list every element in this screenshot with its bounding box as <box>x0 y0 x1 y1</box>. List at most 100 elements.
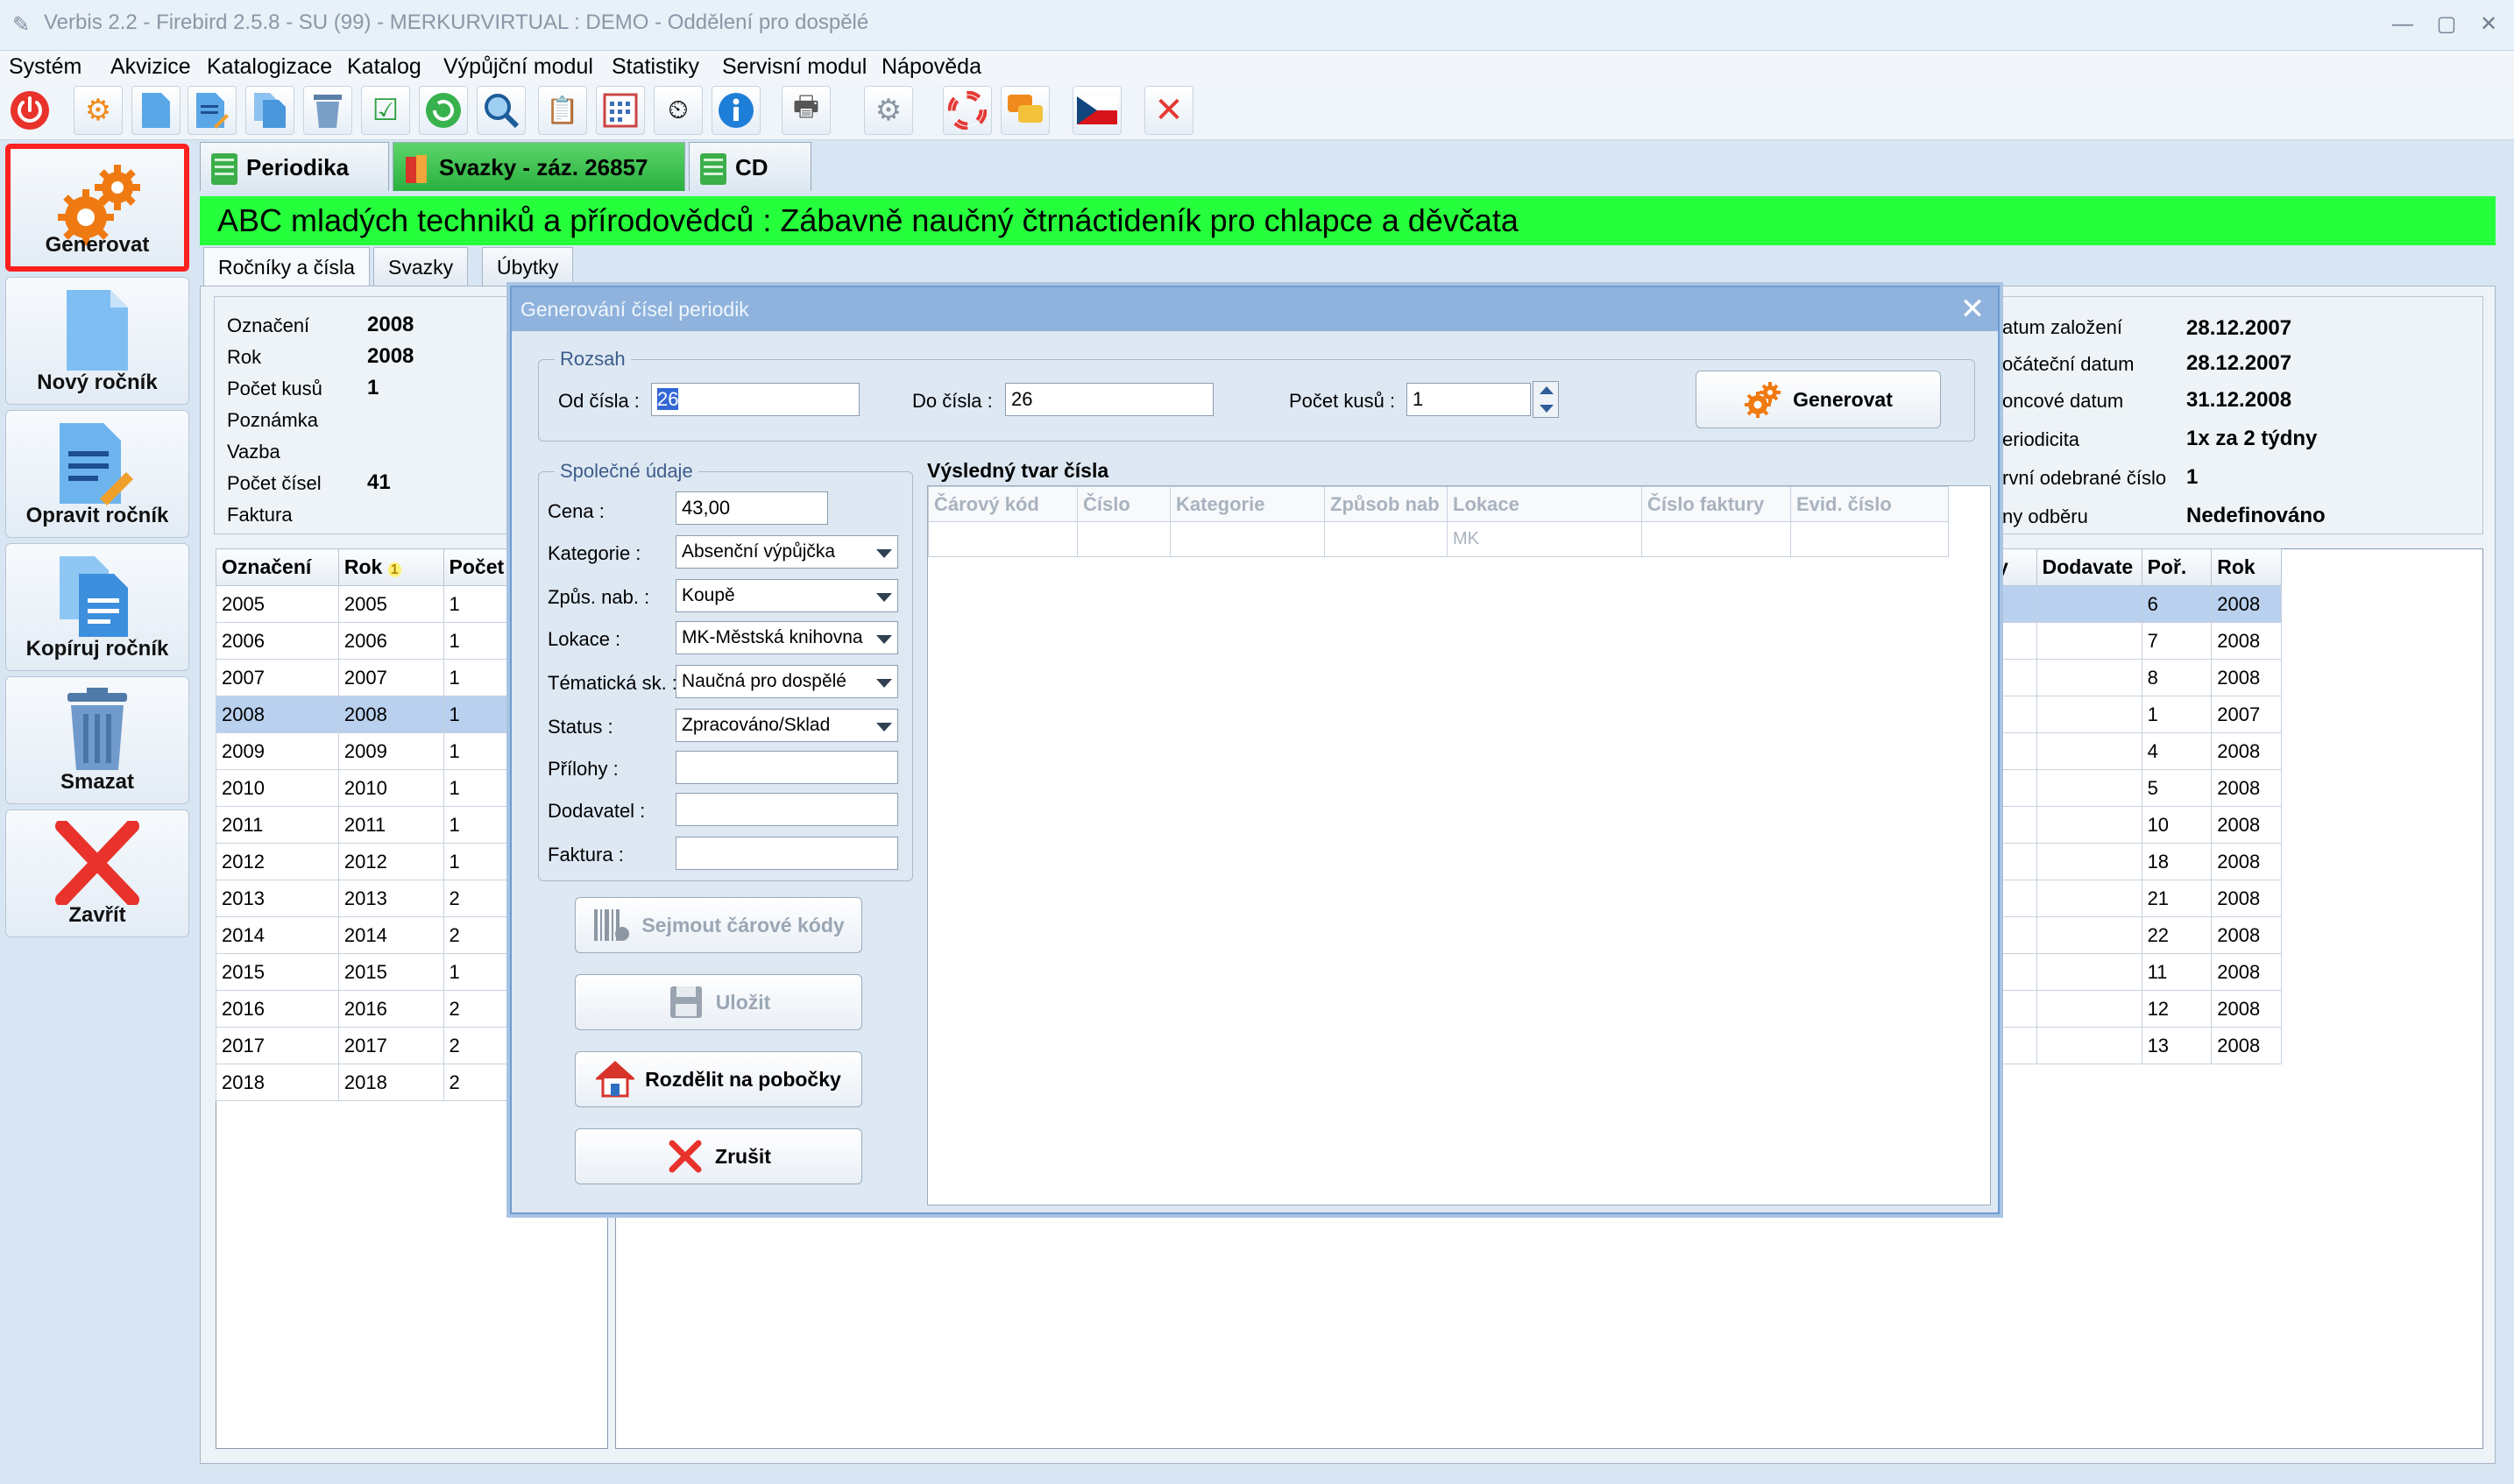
table-row[interactable]: 6 2008 <box>1991 585 2282 623</box>
menu-vypujcni-modul[interactable]: Výpůjční modul <box>443 54 593 80</box>
status-select[interactable]: Zpracováno/Sklad <box>676 709 898 742</box>
menu-statistiky[interactable]: Statistiky <box>612 54 699 80</box>
table-cell[interactable] <box>1324 521 1448 557</box>
column-header[interactable]: Lokace <box>1447 486 1642 522</box>
table-row[interactable]: 8 2008 <box>1991 659 2282 696</box>
messages-icon[interactable] <box>1001 86 1050 135</box>
clipboard-icon[interactable]: 📋 <box>538 86 587 135</box>
thematic-group-select[interactable]: Naučná pro dospělé <box>676 665 898 698</box>
table-row[interactable]: 1 2007 <box>1991 696 2282 733</box>
spinner-down-icon[interactable] <box>1540 405 1554 413</box>
generate-button[interactable]: Generovat <box>1696 371 1941 428</box>
tab-cd[interactable]: CD <box>689 142 811 191</box>
edit-document-icon[interactable] <box>188 86 237 135</box>
column-header[interactable]: Způsob nab <box>1324 486 1448 522</box>
table-row[interactable]: 13 2008 <box>1991 1027 2282 1064</box>
tab-svazky[interactable]: Svazky - záz. 26857 <box>393 142 685 191</box>
dialog-close-icon[interactable]: ✕ <box>1956 293 1989 326</box>
scan-barcodes-button[interactable]: Sejmout čárové kódy <box>575 897 862 953</box>
search-icon[interactable] <box>477 86 526 135</box>
table-cell[interactable] <box>1170 521 1325 557</box>
subtab-ubytky[interactable]: Úbytky <box>482 247 574 286</box>
menu-katalogizace[interactable]: Katalogizace <box>207 54 332 80</box>
table-cell[interactable] <box>1790 521 1949 557</box>
subtab-rocniky[interactable]: Ročníky a čísla <box>203 247 370 289</box>
table-row[interactable]: 18 2008 <box>1991 843 2282 880</box>
copy-year-label: Kopíruj ročník <box>25 637 169 661</box>
help-lifebuoy-icon[interactable] <box>943 86 992 135</box>
tab-periodika[interactable]: Periodika <box>200 142 389 191</box>
menu-napoveda[interactable]: Nápověda <box>882 54 981 80</box>
table-row[interactable]: 12 2008 <box>1991 990 2282 1028</box>
delete-button[interactable]: Smazat <box>5 676 189 804</box>
trash-icon[interactable] <box>303 86 352 135</box>
column-header[interactable]: Označení <box>216 548 339 586</box>
table-row[interactable]: 5 2008 <box>1991 769 2282 807</box>
power-icon[interactable] <box>5 86 54 135</box>
maximize-icon[interactable]: ▢ <box>2429 9 2464 40</box>
column-header[interactable]: Rok 1 <box>337 548 444 586</box>
info-icon[interactable] <box>712 86 761 135</box>
subtab-svazky[interactable]: Svazky <box>373 247 469 286</box>
count-spinner[interactable] <box>1533 381 1559 418</box>
refresh-icon[interactable] <box>419 86 468 135</box>
save-button[interactable]: Uložit <box>575 974 862 1030</box>
cancel-button[interactable]: Zrušit <box>575 1128 862 1184</box>
menu-akvizice[interactable]: Akvizice <box>110 54 191 80</box>
location-select[interactable]: MK-Městská knihovna <box>676 621 898 654</box>
table-row[interactable]: 4 2008 <box>1991 732 2282 770</box>
table-cell[interactable]: MK <box>1447 521 1642 557</box>
column-header[interactable]: Číslo faktury <box>1641 486 1791 522</box>
minimize-icon[interactable]: — <box>2385 9 2420 40</box>
table-cell <box>2036 990 2142 1028</box>
column-header[interactable]: Číslo <box>1077 486 1171 522</box>
edit-year-button[interactable]: Opravit ročník <box>5 410 189 538</box>
copy-year-button[interactable]: Kopíruj ročník <box>5 543 189 671</box>
menu-servisni-modul[interactable]: Servisní modul <box>722 54 867 80</box>
acquisition-select[interactable]: Koupě <box>676 579 898 612</box>
menu-system[interactable]: Systém <box>9 54 81 80</box>
generate-sidebar-button[interactable]: Generovat <box>5 144 189 272</box>
table-cell[interactable] <box>1641 521 1791 557</box>
menu-katalog[interactable]: Katalog <box>347 54 421 80</box>
tools-icon[interactable]: ⚙ <box>864 86 913 135</box>
calendar-icon[interactable] <box>596 86 645 135</box>
column-header[interactable]: Poř. <box>2141 548 2213 586</box>
supplier-input[interactable] <box>676 793 898 826</box>
info-label: Vazba <box>227 441 280 463</box>
to-number-input[interactable]: 26 <box>1005 383 1214 416</box>
attachments-input[interactable] <box>676 751 898 784</box>
split-to-branches-button[interactable]: Rozdělit na pobočky <box>575 1051 862 1107</box>
spinner-up-icon[interactable] <box>1540 386 1554 394</box>
info-value: 1 <box>2186 465 2199 489</box>
invoice-input[interactable] <box>676 837 898 870</box>
schedule-icon[interactable]: ⏲ <box>654 86 703 135</box>
table-cell: 2008 <box>2211 953 2282 991</box>
table-cell[interactable] <box>1077 521 1171 557</box>
new-document-icon[interactable] <box>131 86 181 135</box>
settings-gears-icon[interactable]: ⚙ <box>74 86 123 135</box>
checklist-icon[interactable]: ☑ <box>361 86 410 135</box>
column-header[interactable]: Dodavate <box>2036 548 2142 586</box>
table-row[interactable]: 22 2008 <box>1991 916 2282 954</box>
column-header[interactable]: Čárový kód <box>928 486 1078 522</box>
column-header[interactable]: Rok <box>2211 548 2282 586</box>
table-cell[interactable] <box>928 521 1078 557</box>
table-row[interactable]: 10 2008 <box>1991 806 2282 844</box>
count-input[interactable]: 1 <box>1406 383 1531 416</box>
from-number-input[interactable]: 26 <box>651 383 860 416</box>
close-window-icon[interactable]: ✕ <box>2471 9 2506 40</box>
table-row[interactable]: 7 2008 <box>1991 622 2282 660</box>
table-row[interactable]: 11 2008 <box>1991 953 2282 991</box>
czech-flag-icon[interactable] <box>1073 86 1122 135</box>
print-icon[interactable]: 🖶 <box>782 86 831 135</box>
new-year-button[interactable]: Nový ročník <box>5 277 189 405</box>
exit-x-icon[interactable]: ✕ <box>1144 86 1193 135</box>
copy-document-icon[interactable] <box>245 86 294 135</box>
column-header[interactable]: Kategorie <box>1170 486 1325 522</box>
category-select[interactable]: Absenční výpůjčka <box>676 535 898 569</box>
column-header[interactable]: Evid. číslo <box>1790 486 1949 522</box>
price-input[interactable]: 43,00 <box>676 491 828 525</box>
table-row[interactable]: 21 2008 <box>1991 880 2282 917</box>
close-button[interactable]: Zavřít <box>5 809 189 937</box>
